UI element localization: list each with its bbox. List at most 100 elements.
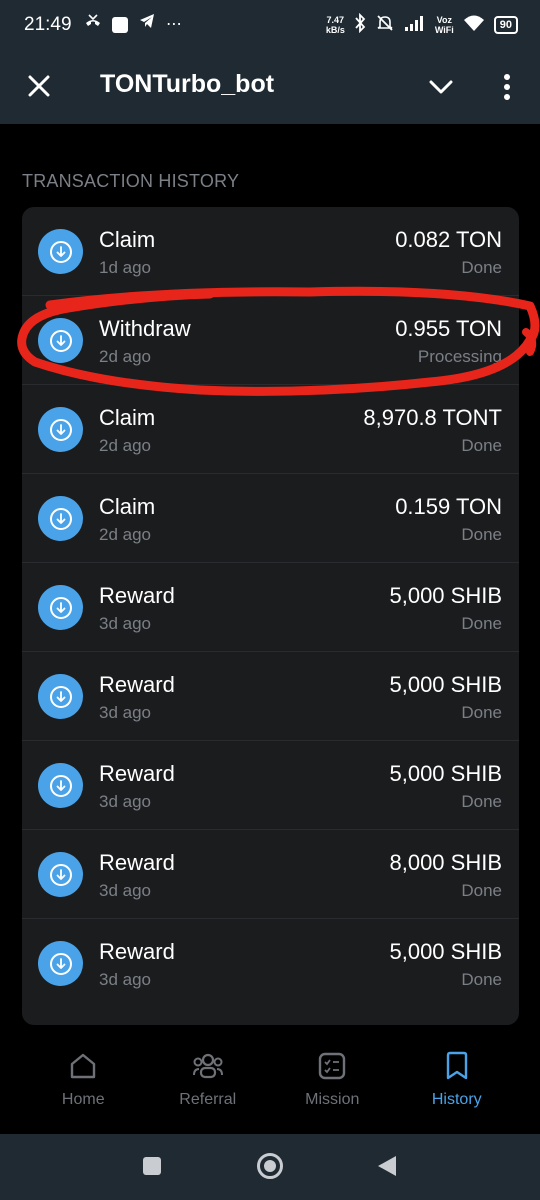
transaction-status: Done <box>461 614 502 633</box>
status-left-icons: ⋯ <box>84 13 182 37</box>
more-dots-icon: ⋯ <box>166 16 182 33</box>
network-speed-value: 7.47 <box>326 15 345 25</box>
transaction-row[interactable]: Claim 2d ago 8,970.8 TONT Done <box>22 385 519 474</box>
transaction-time: 2d ago <box>99 436 151 455</box>
transaction-status: Done <box>461 258 502 277</box>
transaction-row[interactable]: Reward 3d ago 5,000 SHIB Done <box>22 652 519 741</box>
download-icon <box>38 318 83 363</box>
battery-icon: 90 <box>493 16 518 34</box>
transaction-type: Reward <box>99 761 175 786</box>
download-icon <box>38 407 83 452</box>
transaction-status: Done <box>461 881 502 900</box>
transaction-type: Reward <box>99 672 175 697</box>
download-icon <box>38 941 83 986</box>
transaction-status: Done <box>461 436 502 455</box>
network-label-top: Voz <box>436 15 452 25</box>
transaction-amount: 8,970.8 TONT <box>363 405 502 430</box>
transaction-row[interactable]: Reward 3d ago 5,000 SHIB Done <box>22 741 519 830</box>
mute-icon <box>375 13 395 38</box>
tab-history[interactable]: History <box>395 1040 520 1130</box>
transaction-time: 3d ago <box>99 970 151 989</box>
transaction-time: 2d ago <box>99 347 151 366</box>
menu-button[interactable] <box>494 68 520 106</box>
transaction-amount: 5,000 SHIB <box>389 672 502 697</box>
download-icon <box>38 496 83 541</box>
transaction-row[interactable]: Reward 3d ago 5,000 SHIB Done <box>22 919 519 1008</box>
wifi-icon <box>463 14 485 37</box>
network-speed-unit: kB/s <box>325 25 345 35</box>
transaction-type: Claim <box>99 227 156 252</box>
transaction-time: 3d ago <box>99 881 151 900</box>
home-icon <box>67 1050 99 1082</box>
recents-button[interactable] <box>143 1157 161 1175</box>
system-nav-bar <box>0 1134 540 1200</box>
status-right-icons: 7.47 kB/s Voz WiFi 90 <box>326 12 518 38</box>
tab-home[interactable]: Home <box>21 1040 146 1130</box>
transaction-type: Reward <box>99 939 175 964</box>
download-icon <box>38 229 83 274</box>
transaction-amount: 0.955 TON <box>395 316 502 341</box>
transaction-type: Reward <box>99 850 175 875</box>
transaction-amount: 0.159 TON <box>395 494 502 519</box>
download-icon <box>38 585 83 630</box>
network-speed: 7.47 kB/s <box>326 15 345 35</box>
transaction-amount: 8,000 SHIB <box>389 850 502 875</box>
transaction-amount: 5,000 SHIB <box>389 761 502 786</box>
bluetooth-icon <box>354 12 366 38</box>
transaction-amount: 0.082 TON <box>395 227 502 252</box>
tab-label: Mission <box>305 1091 360 1108</box>
dropdown-button[interactable] <box>424 70 458 104</box>
transaction-time: 2d ago <box>99 525 151 544</box>
transaction-list: Claim 1d ago 0.082 TON Done Withdraw 2d ago 0.… <box>22 207 519 1025</box>
transaction-type: Reward <box>99 583 175 608</box>
transaction-row[interactable]: Reward 3d ago 8,000 SHIB Done <box>22 830 519 919</box>
download-icon <box>38 852 83 897</box>
kebab-menu-icon <box>504 74 510 100</box>
transaction-amount: 5,000 SHIB <box>389 939 502 964</box>
telegram-icon <box>138 12 156 38</box>
bottom-tab-bar: Home Referral Mission History <box>0 1040 540 1130</box>
transaction-type: Claim <box>99 405 156 430</box>
status-bar: 21:49 ⋯ 7.47 kB/s Voz WiFi 90 <box>0 0 540 50</box>
missed-call-icon <box>84 12 102 38</box>
history-icon <box>441 1050 473 1082</box>
tab-label: Referral <box>179 1091 237 1108</box>
close-button[interactable] <box>22 69 56 103</box>
network-label-bottom: WiFi <box>434 25 454 35</box>
chevron-down-icon <box>429 80 453 94</box>
transaction-status: Done <box>461 703 502 722</box>
tab-mission[interactable]: Mission <box>270 1040 395 1130</box>
transaction-amount: 5,000 SHIB <box>389 583 502 608</box>
transaction-type: Withdraw <box>99 316 191 341</box>
transaction-status: Done <box>461 792 502 811</box>
app-square-icon <box>112 17 128 33</box>
mission-icon <box>316 1050 348 1082</box>
network-label: Voz WiFi <box>435 15 454 35</box>
back-button[interactable] <box>378 1156 396 1176</box>
transaction-time: 3d ago <box>99 792 151 811</box>
close-icon <box>28 75 50 97</box>
status-time: 21:49 <box>24 14 72 35</box>
transaction-status: Processing <box>417 347 502 366</box>
app-header: TONTurbo_bot <box>0 50 540 124</box>
transaction-status: Done <box>461 970 502 989</box>
download-icon <box>38 674 83 719</box>
referral-icon <box>192 1050 224 1082</box>
transaction-row[interactable]: Claim 1d ago 0.082 TON Done <box>22 207 519 296</box>
transaction-time: 1d ago <box>99 258 151 277</box>
tab-label: Home <box>61 1091 105 1108</box>
tab-label: History <box>431 1091 482 1108</box>
transaction-row[interactable]: Withdraw 2d ago 0.955 TON Processing <box>22 296 519 385</box>
transaction-row[interactable]: Reward 3d ago 5,000 SHIB Done <box>22 563 519 652</box>
transaction-time: 3d ago <box>99 703 151 722</box>
signal-icon <box>404 14 426 37</box>
transaction-row[interactable]: Claim 2d ago 0.159 TON Done <box>22 474 519 563</box>
download-icon <box>38 763 83 808</box>
home-nav-button[interactable] <box>257 1153 283 1179</box>
app-title: TONTurbo_bot <box>100 70 275 98</box>
section-title: TRANSACTION HISTORY <box>22 171 240 191</box>
transaction-time: 3d ago <box>99 614 151 633</box>
transaction-type: Claim <box>99 494 156 519</box>
transaction-status: Done <box>461 525 502 544</box>
tab-referral[interactable]: Referral <box>146 1040 271 1130</box>
